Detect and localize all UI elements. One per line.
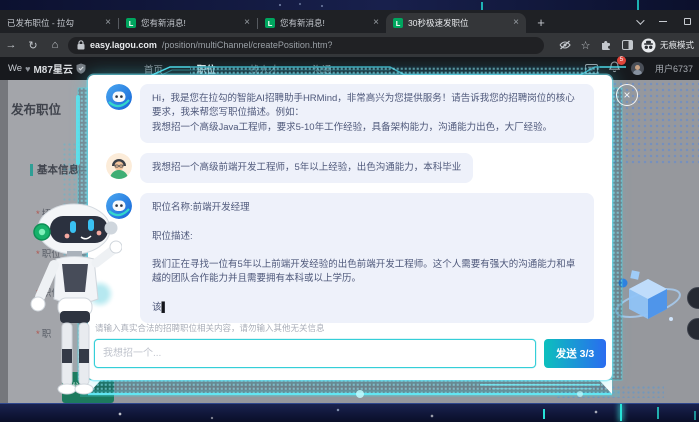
window-controls (636, 10, 691, 33)
chat-message-user: 我想招一个高级前端开发工程师，5年以上经验，出色沟通能力，本科毕业 (88, 153, 612, 183)
tab-new-message-1[interactable]: L 您有新消息! × (119, 13, 257, 33)
browser-toolbar: → ↻ ⌂ easy.lagou.com/position/multiChann… (0, 33, 699, 57)
chat-input-row: 发送 3/3 (94, 339, 606, 368)
username: 用户6737 (655, 62, 693, 75)
screen: 已发布职位 - 拉勾 × L 您有新消息! × L 您有新消息! × L 30秒… (0, 0, 699, 422)
browser-tab-bar: 已发布职位 - 拉勾 × L 您有新消息! × L 您有新消息! × L 30秒… (0, 10, 699, 33)
tab-close-icon[interactable]: × (105, 18, 111, 28)
new-tab-button[interactable]: + (532, 13, 550, 31)
desktop-wallpaper-top (0, 0, 699, 10)
lagou-favicon: L (126, 18, 136, 28)
address-bar[interactable]: easy.lagou.com/position/multiChannel/cre… (68, 37, 544, 54)
incognito-badge[interactable]: 无痕模式 (641, 38, 694, 53)
reload-icon[interactable]: ↻ (22, 39, 44, 52)
bookmark-star-icon[interactable]: ☆ (575, 39, 596, 52)
brand-prefix: We (8, 63, 22, 74)
tab-close-icon[interactable]: × (373, 18, 379, 28)
wallpaper-streak (620, 404, 622, 421)
url-path: /position/multiChannel/createPosition.ht… (162, 40, 333, 50)
typing-cursor: ▌ (162, 302, 169, 313)
wallpaper-streak (694, 411, 696, 420)
chat-message-text: Hi，我是您在拉勾的智能AI招聘助手HRMind，非常高兴为您提供服务！请告诉我… (152, 93, 575, 133)
tab-close-icon[interactable]: × (513, 18, 519, 28)
chat-message-assistant: 职位名称:前端开发经理 职位描述: 我们正在寻找一位有5年以上前端开发经验的出色… (88, 193, 612, 323)
tab-published-positions[interactable]: 已发布职位 - 拉勾 × (0, 13, 118, 33)
tab-title: 已发布职位 - 拉勾 (7, 17, 100, 29)
chat-bubble: Hi，我是您在拉勾的智能AI招聘助手HRMind，非常高兴为您提供服务！请告诉我… (140, 84, 594, 143)
page-title: 发布职位 (11, 99, 61, 118)
home-icon[interactable]: ⌂ (44, 39, 66, 51)
lagou-favicon: L (393, 18, 403, 28)
user-avatar-icon (106, 153, 132, 179)
page-left-margin (0, 80, 8, 403)
input-hint: 请输入真实合法的招聘职位相关内容，请勿输入其他无关信息 (95, 322, 325, 334)
lock-icon (77, 40, 85, 50)
desktop-wallpaper-bottom (0, 403, 699, 422)
tab-title: 您有新消息! (141, 17, 239, 29)
chat-bubble: 我想招一个高级前端开发工程师，5年以上经验，出色沟通能力，本科毕业 (140, 153, 473, 183)
tab-close-icon[interactable]: × (244, 18, 250, 28)
dialog-close-icon[interactable]: × (616, 84, 638, 106)
minimize-icon[interactable] (659, 21, 667, 23)
lagou-favicon: L (265, 18, 275, 28)
incognito-icon (641, 38, 656, 53)
wallpaper-streak (637, 0, 639, 10)
chat-input[interactable] (94, 339, 536, 368)
ai-chat-dialog: Hi，我是您在拉勾的智能AI招聘助手HRMind，非常高兴为您提供服务！请告诉我… (88, 75, 612, 380)
assistant-avatar-icon (106, 84, 132, 110)
brand-heart-icon: ♥ (25, 64, 30, 74)
chat-message-assistant: Hi，我是您在拉勾的智能AI招聘助手HRMind，非常高兴为您提供服务！请告诉我… (88, 84, 612, 143)
section-marker (30, 164, 33, 176)
chat-message-text: 我想招一个高级前端开发工程师，5年以上经验，出色沟通能力，本科毕业 (152, 162, 461, 173)
tab-new-message-2[interactable]: L 您有新消息! × (258, 13, 386, 33)
extensions-icon[interactable] (596, 40, 617, 51)
tab-title: 30秒极速发职位 (408, 17, 508, 29)
tab-quick-publish-active[interactable]: L 30秒极速发职位 × (386, 13, 526, 33)
chevron-down-icon[interactable] (636, 16, 644, 24)
chat-message-text: 职位名称:前端开发经理 职位描述: 我们正在寻找一位有5年以上前端开发经验的出色… (152, 202, 575, 313)
sidebar-icon[interactable] (617, 40, 638, 50)
url-host: easy.lagou.com (90, 40, 157, 50)
wallpaper-streak (481, 2, 483, 10)
chat-bubble: 职位名称:前端开发经理 职位描述: 我们正在寻找一位有5年以上前端开发经验的出色… (140, 193, 594, 323)
maximize-icon[interactable] (684, 18, 691, 25)
robot-mascot (22, 203, 122, 403)
eye-off-icon[interactable] (554, 40, 575, 50)
nav-forward-icon[interactable]: → (0, 39, 22, 51)
tab-title: 您有新消息! (280, 17, 368, 29)
wallpaper-streak (543, 409, 545, 419)
wallpaper-streak (657, 407, 659, 419)
send-button[interactable]: 发送 3/3 (544, 339, 606, 368)
incognito-label: 无痕模式 (660, 39, 694, 51)
